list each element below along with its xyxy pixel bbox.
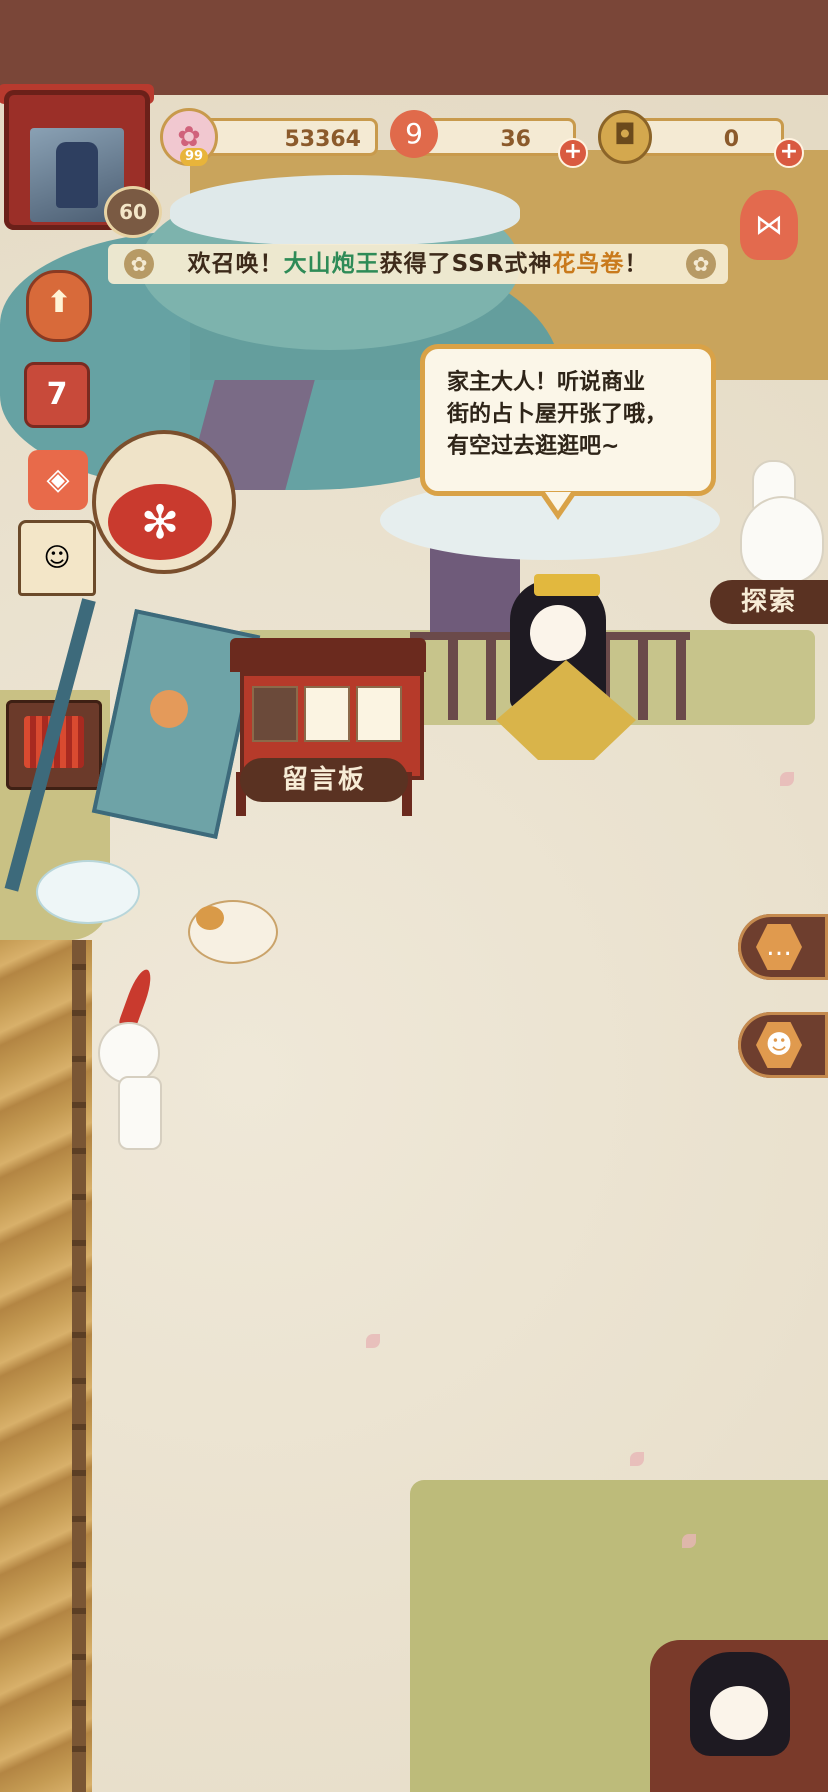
shopkeeper-icon: ☺ [43,543,71,573]
paper-doll-head[interactable] [98,1022,160,1084]
rabbit-npc[interactable] [740,496,824,584]
announcement-shikigami: 花鸟卷 [552,251,625,277]
shop-house-button[interactable]: ☺ [18,520,96,596]
message-board-label[interactable]: 留言板 [240,758,408,802]
snowflake-icon: ✻ [108,484,212,560]
chat-button[interactable]: … [738,914,828,980]
sakura-icon: ✿ [124,249,154,279]
sakura-badge: 99 [180,148,208,166]
sakura-currency-bar: 53364 [200,118,378,156]
coin-icon: ◘ [598,110,652,164]
banner-emblem [150,690,188,728]
fish-kite-icon[interactable]: ⋈ [740,190,798,260]
petal-decoration [682,1534,696,1548]
player-level-badge: 60 [104,186,162,238]
character-face[interactable] [530,605,586,661]
kite-event-button[interactable]: ◈ [28,450,88,510]
arrow-up-icon: ⬆ [46,285,72,320]
chat-icon: … [756,924,802,970]
kite-icon: ◈ [46,462,70,497]
petal-decoration [366,1334,380,1348]
dialog-line: 街的占卜屋开张了哦， [447,402,668,427]
dialog-line: 有空过去逛逛吧~ [447,434,620,459]
sakura-icon: ✿ [686,249,716,279]
calendar-button[interactable]: 7 [24,362,90,428]
sakura-currency-value: 53364 [284,127,361,152]
top-band [0,0,828,95]
board-post[interactable] [304,686,350,742]
stamina-icon: 9 [390,110,438,158]
snow-rabbit[interactable] [36,860,140,924]
announcement-suffix: ！ [624,251,649,277]
board-post[interactable] [356,686,402,742]
dialog-line: 家主大人！听说商业 [447,370,646,395]
add-coin-button[interactable]: + [774,138,804,168]
announcement-banner: 欢召唤！大山炮王获得了SSR式神花鸟卷！ [108,244,728,284]
speech-bubble[interactable]: 家主大人！听说商业 街的占卜屋开张了哦， 有空过去逛逛吧~ [420,344,716,496]
companion-face [710,1686,768,1740]
add-stamina-button[interactable]: + [558,138,588,168]
speech-bubble-tail-inner [545,492,571,511]
petal-decoration [780,772,794,786]
coin-value: 0 [723,127,739,152]
announcement-prefix: 欢召唤！ [187,251,284,277]
avatar-figure [56,142,98,208]
paper-doll-body[interactable] [118,1076,162,1150]
character-crown [534,574,600,596]
stamina-value: 36 [500,127,531,152]
explore-button[interactable]: 探索 [710,580,828,624]
petal-decoration [630,1452,644,1466]
calendar-day: 7 [46,377,68,412]
shikigami-button[interactable]: ☻ [738,1012,828,1078]
announcement-middle: 获得了SSR式神 [379,251,553,277]
wooden-fence-post [72,940,86,1792]
message-board-roof[interactable] [230,638,426,672]
cat-spot [196,906,224,930]
shikigami-icon: ☻ [756,1022,802,1068]
announcement-player: 大山炮王 [283,251,380,277]
upgrade-lantern-button[interactable]: ⬆ [26,270,92,342]
board-post[interactable] [252,686,298,742]
snow-on-tree [170,175,520,245]
